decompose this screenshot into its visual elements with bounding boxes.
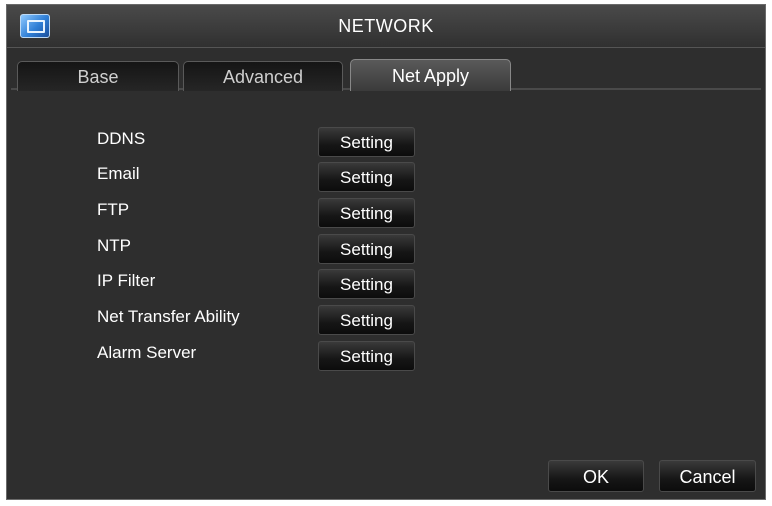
ntp-label: NTP	[97, 236, 131, 255]
alarm-server-label: Alarm Server	[97, 343, 197, 362]
tab-net-apply[interactable]: Net Apply	[350, 59, 511, 91]
email-setting-button[interactable]: Setting	[318, 162, 415, 192]
ftp-setting-button[interactable]: Setting	[318, 198, 415, 228]
net-transfer-ability-setting-button[interactable]: Setting	[318, 305, 415, 335]
alarm-server-setting-button[interactable]: Setting	[318, 341, 415, 371]
ddns-setting-button[interactable]: Setting	[318, 127, 415, 157]
title-bar: NETWORK	[7, 5, 765, 48]
ntp-setting-button[interactable]: Setting	[318, 234, 415, 264]
cancel-button[interactable]: Cancel	[659, 460, 756, 492]
ok-button[interactable]: OK	[548, 460, 644, 492]
ftp-label: FTP	[97, 200, 130, 219]
ip-filter-setting-button[interactable]: Setting	[318, 269, 415, 299]
dialog-title: NETWORK	[338, 16, 434, 36]
tab-advanced[interactable]: Advanced	[183, 61, 343, 91]
network-dialog: NETWORK Base Advanced Net Apply DDNS Set…	[6, 4, 766, 500]
net-transfer-ability-label: Net Transfer Ability	[97, 307, 240, 326]
ddns-label: DDNS	[97, 129, 146, 148]
email-label: Email	[97, 164, 140, 183]
ip-filter-label: IP Filter	[97, 271, 156, 290]
tab-base[interactable]: Base	[17, 61, 179, 91]
